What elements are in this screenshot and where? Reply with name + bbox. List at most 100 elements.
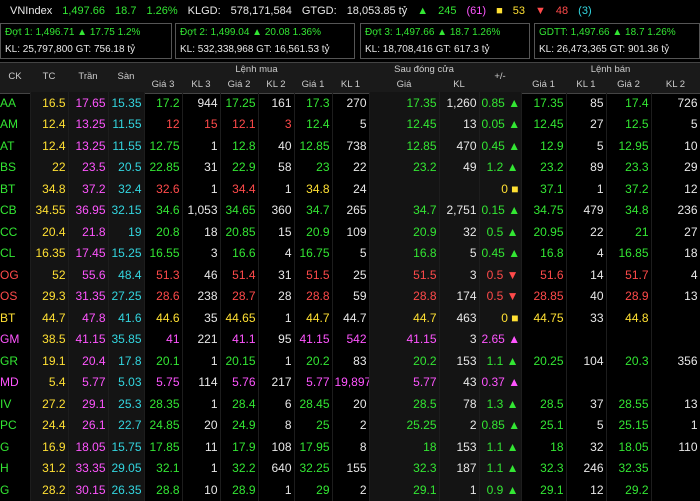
cell-w2: 27 bbox=[651, 221, 700, 243]
cell-tc: 38.5 bbox=[30, 328, 69, 350]
cell-tc: 16.5 bbox=[30, 92, 69, 114]
index-value: 1,497.66 bbox=[62, 5, 106, 17]
table-row[interactable]: PC 24.4 26.1 22.7 24.85 20 24.9 8 25 2 25.25 2 0.85 … bbox=[0, 414, 700, 436]
cell-v1: 155 bbox=[332, 457, 370, 479]
cell-p: 16.8 bbox=[369, 242, 440, 264]
cell-p: 25.25 bbox=[369, 414, 440, 436]
cell-v1: 5 bbox=[332, 113, 370, 135]
cell-a2: 16.85 bbox=[606, 242, 652, 264]
table-row[interactable]: H 31.2 33.35 29.05 32.1 1 32.2 640 32.25 155 32.3 1… bbox=[0, 457, 700, 479]
advancers-count: 245 bbox=[438, 5, 457, 17]
table-row[interactable]: G 28.2 30.15 26.35 28.8 10 28.9 1 29 2 29.1 1 0.9 ▲ 2… bbox=[0, 479, 700, 501]
cell-a2 bbox=[606, 371, 652, 393]
table-row[interactable]: GM 38.5 41.15 35.85 41 221 41.1 95 41.15 542 41.15… bbox=[0, 328, 700, 350]
floor-count: (3) bbox=[578, 5, 592, 17]
col-kl2[interactable]: KL 2 bbox=[258, 79, 294, 90]
cell-tr: 17.45 bbox=[68, 242, 109, 264]
col-ask-kl1[interactable]: KL 1 bbox=[566, 79, 606, 90]
cell-v3: 3 bbox=[182, 242, 221, 264]
table-header: CK TC Trần Sàn Lệnh mua Sau đóng cửa +/-… bbox=[0, 62, 700, 94]
table-row[interactable]: IV 27.2 29.1 25.3 28.35 1 28.4 6 28.45 20 28.5 78 1.… bbox=[0, 393, 700, 415]
col-kl[interactable]: KL bbox=[439, 79, 479, 90]
cell-v3: 1 bbox=[182, 178, 221, 200]
cell-b2: 5.76 bbox=[220, 371, 259, 393]
col-tran[interactable]: Trần bbox=[68, 71, 108, 82]
cell-b3: 17.85 bbox=[144, 436, 183, 458]
col-gia1[interactable]: Giá 1 bbox=[294, 79, 332, 90]
decliners-count: 48 bbox=[555, 5, 569, 17]
col-kl1[interactable]: KL 1 bbox=[332, 79, 369, 90]
col-ask-gia2[interactable]: Giá 2 bbox=[606, 79, 651, 90]
cell-sa: 27.25 bbox=[108, 285, 145, 307]
cell-d: 0.85 ▲ bbox=[479, 414, 522, 436]
cell-k: 3 bbox=[439, 328, 480, 350]
cell-v3: 35 bbox=[182, 307, 221, 329]
cell-b1: 5.77 bbox=[294, 371, 333, 393]
cell-b3: 20.1 bbox=[144, 350, 183, 372]
cell-b1: 51.5 bbox=[294, 264, 333, 286]
cell-v3: 11 bbox=[182, 436, 221, 458]
cell-a1: 23.2 bbox=[521, 156, 567, 178]
table-row[interactable]: G 16.9 18.05 15.75 17.85 11 17.9 108 17.95 8 18 153… bbox=[0, 436, 700, 458]
col-tc[interactable]: TC bbox=[30, 71, 68, 82]
cell-v3: 46 bbox=[182, 264, 221, 286]
cell-v1: 109 bbox=[332, 221, 370, 243]
cell-tr: 18.05 bbox=[68, 436, 109, 458]
cell-a1: 12.9 bbox=[521, 135, 567, 157]
table-row[interactable]: OG 52 55.6 48.4 51.3 46 51.4 31 51.5 25 51.5 3 0.5 ▼… bbox=[0, 264, 700, 286]
cell-a1: 32.3 bbox=[521, 457, 567, 479]
cell-tr: 23.5 bbox=[68, 156, 109, 178]
table-row[interactable]: GR 19.1 20.4 17.8 20.1 1 20.15 1 20.2 83 20.2 153 1.… bbox=[0, 350, 700, 372]
col-gia2[interactable]: Giá 2 bbox=[220, 79, 258, 90]
session-box-gdtt: GDTT: 1,497.66 ▲ 18.7 1.26% KL: 26,473,3… bbox=[534, 23, 700, 59]
table-row[interactable]: CC 20.4 21.8 19 20.8 18 20.85 15 20.9 109 20.9 32 0.… bbox=[0, 221, 700, 243]
col-ask-kl2[interactable]: KL 2 bbox=[651, 79, 700, 90]
cell-b2: 51.4 bbox=[220, 264, 259, 286]
col-gia3[interactable]: Giá 3 bbox=[144, 79, 182, 90]
col-san[interactable]: Sàn bbox=[108, 71, 144, 82]
col-plus-minus[interactable]: +/- bbox=[479, 71, 521, 82]
col-ask-gia1[interactable]: Giá 1 bbox=[521, 79, 566, 90]
cell-b2: 17.9 bbox=[220, 436, 259, 458]
cell-w2: 13 bbox=[651, 393, 700, 415]
cell-p: 12.85 bbox=[369, 135, 440, 157]
cell-v1: 19,897 bbox=[332, 371, 370, 393]
table-row[interactable]: BS 22 23.5 20.5 22.85 31 22.9 58 23 22 23.2 49 1.2 ▲… bbox=[0, 156, 700, 178]
cell-a1: 28.85 bbox=[521, 285, 567, 307]
symbol-cell: BS bbox=[0, 156, 31, 178]
cell-tr: 13.25 bbox=[68, 135, 109, 157]
col-kl3[interactable]: KL 3 bbox=[182, 79, 220, 90]
cell-v2: 1 bbox=[258, 479, 295, 501]
cell-a2: 21 bbox=[606, 221, 652, 243]
table-row[interactable]: AM 12.4 13.25 11.55 12 15 12.1 3 12.4 5 12.45 13 0.0… bbox=[0, 113, 700, 135]
cell-a1: 29.1 bbox=[521, 479, 567, 501]
table-row[interactable]: AA 16.5 17.65 15.35 17.2 944 17.25 161 17.3 270 17… bbox=[0, 92, 700, 114]
cell-v3: 15 bbox=[182, 113, 221, 135]
cell-v2: 1 bbox=[258, 307, 295, 329]
cell-w2: 726 bbox=[651, 92, 700, 114]
cell-v2: 360 bbox=[258, 199, 295, 221]
table-row[interactable]: AT 12.4 13.25 11.55 12.75 1 12.8 40 12.85 738 12.8… bbox=[0, 135, 700, 157]
table-row[interactable]: BT 34.8 37.2 32.4 32.6 1 34.4 1 34.8 24 0 ■ 37.1 1 37… bbox=[0, 178, 700, 200]
cell-b2: 32.2 bbox=[220, 457, 259, 479]
symbol-cell: AA bbox=[0, 92, 31, 114]
cell-v1: 20 bbox=[332, 393, 370, 415]
table-row[interactable]: OS 29.3 31.35 27.25 28.6 238 28.7 28 28.8 59 28.8 1… bbox=[0, 285, 700, 307]
cell-b2: 12.8 bbox=[220, 135, 259, 157]
table-row[interactable]: MD 5.4 5.77 5.03 5.75 114 5.76 217 5.77 19,897 5.7… bbox=[0, 371, 700, 393]
cell-w1: 27 bbox=[566, 113, 607, 135]
table-row[interactable]: CL 16.35 17.45 15.25 16.55 3 16.6 4 16.75 5 16.8 5 0… bbox=[0, 242, 700, 264]
table-row[interactable]: BT 44.7 47.8 41.6 44.6 35 44.65 1 44.7 44.7 44.7 46… bbox=[0, 307, 700, 329]
cell-sa: 25.3 bbox=[108, 393, 145, 415]
cell-k bbox=[439, 178, 480, 200]
cell-d: 0.15 ▲ bbox=[479, 199, 522, 221]
index-name: VNIndex bbox=[10, 5, 53, 17]
cell-v1: 2 bbox=[332, 414, 370, 436]
col-ck[interactable]: CK bbox=[0, 71, 30, 82]
cell-b1: 29 bbox=[294, 479, 333, 501]
cell-b1: 12.85 bbox=[294, 135, 333, 157]
col-gia[interactable]: Giá bbox=[369, 79, 439, 90]
cell-a1: 37.1 bbox=[521, 178, 567, 200]
cell-p: 18 bbox=[369, 436, 440, 458]
table-row[interactable]: CB 34.55 36.95 32.15 34.6 1,053 34.65 360 34.7 26… bbox=[0, 199, 700, 221]
